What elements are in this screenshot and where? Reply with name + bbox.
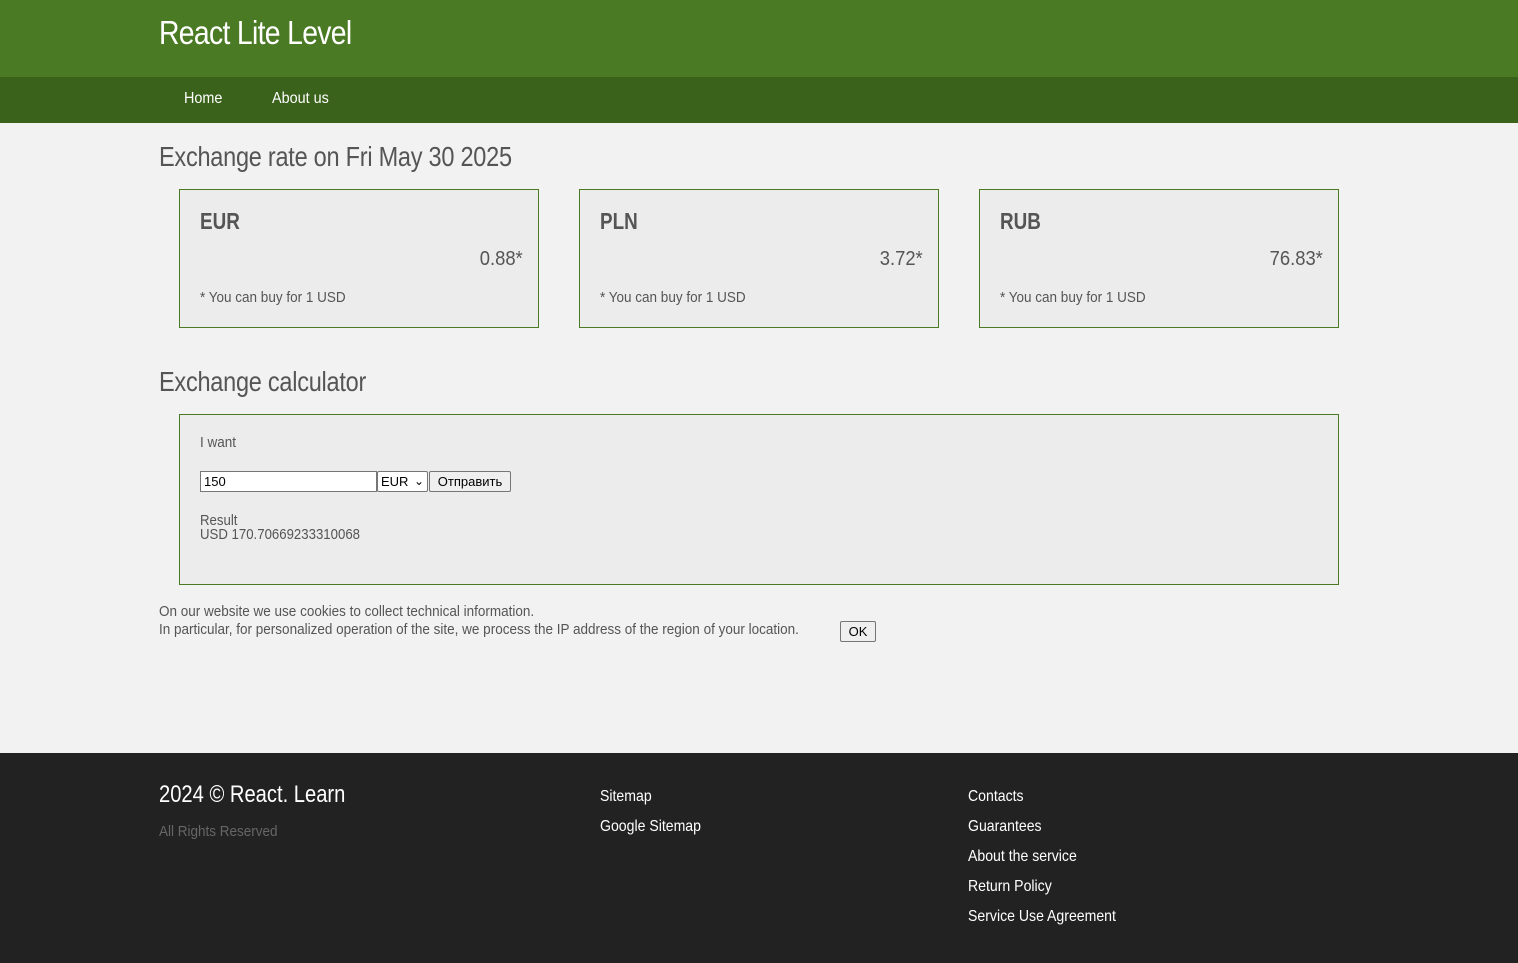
main-nav: Home About us [0, 77, 1518, 123]
exchange-rate-title: Exchange rate on Fri May 30 2025 [159, 141, 512, 172]
footer-link-about-service[interactable]: About the service [968, 848, 1116, 878]
footer-rights: All Rights Reserved [159, 823, 278, 840]
rate-card-rub: RUB 76.83* * You can buy for 1 USD [979, 189, 1339, 328]
site-footer: 2024 © React. Learn All Rights Reserved … [0, 753, 1518, 963]
rate-card-note: * You can buy for 1 USD [200, 289, 346, 306]
rate-card-note: * You can buy for 1 USD [1000, 289, 1146, 306]
rate-card-code: EUR [200, 208, 240, 234]
calculator-title: Exchange calculator [159, 366, 367, 397]
nav-about-us[interactable]: About us [272, 90, 329, 108]
rate-card-value: 3.72* [880, 248, 923, 270]
footer-link-sitemap[interactable]: Sitemap [600, 788, 701, 818]
footer-link-service-agreement[interactable]: Service Use Agreement [968, 908, 1116, 938]
result-value: USD 170.70669233310068 [200, 526, 361, 543]
footer-links-sitemap: Sitemap Google Sitemap [600, 788, 715, 848]
site-header: React Lite Level [0, 0, 1518, 77]
cookie-notice: On our website we use cookies to collect… [159, 603, 876, 642]
rate-card-note: * You can buy for 1 USD [600, 289, 746, 306]
footer-link-guarantees[interactable]: Guarantees [968, 818, 1116, 848]
rate-card-value: 0.88* [480, 248, 523, 270]
submit-button[interactable]: Отправить [429, 471, 511, 492]
amount-input[interactable] [200, 471, 377, 492]
rate-card-pln: PLN 3.72* * You can buy for 1 USD [579, 189, 939, 328]
cookie-text-line-2: In particular, for personalized operatio… [159, 621, 799, 638]
footer-link-contacts[interactable]: Contacts [968, 788, 1116, 818]
currency-select-value: EUR [381, 474, 409, 489]
want-label: I want [200, 434, 237, 451]
exchange-calculator: I want EUR ⌄ Отправить Result USD 170.70… [179, 414, 1339, 585]
rate-card-value: 76.83* [1269, 248, 1323, 270]
cookie-text-line-1: On our website we use cookies to collect… [159, 603, 535, 620]
chevron-down-icon: ⌄ [413, 474, 424, 488]
footer-copyright: 2024 © React. Learn [159, 781, 346, 808]
footer-link-google-sitemap[interactable]: Google Sitemap [600, 818, 701, 848]
site-logo[interactable]: React Lite Level [159, 14, 352, 52]
rate-card-code: PLN [600, 208, 638, 234]
rate-card-code: RUB [1000, 208, 1041, 234]
rate-card-eur: EUR 0.88* * You can buy for 1 USD [179, 189, 539, 328]
currency-select[interactable]: EUR ⌄ [377, 471, 428, 492]
footer-links-info: Contacts Guarantees About the service Re… [968, 788, 1136, 938]
cookie-ok-button[interactable]: OK [840, 621, 876, 642]
nav-home[interactable]: Home [184, 90, 222, 108]
footer-link-return-policy[interactable]: Return Policy [968, 878, 1116, 908]
